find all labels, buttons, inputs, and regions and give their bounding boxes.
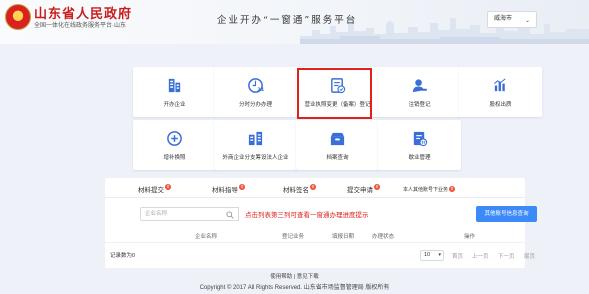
- page-size-select[interactable]: 10 ▾: [420, 250, 444, 261]
- th-actions: 操作: [464, 234, 476, 240]
- tile-label: 开办企业: [163, 102, 186, 108]
- footer-copyright: Copyright © 2017 All Rights Reserved. 山东…: [199, 285, 390, 291]
- tile-label: 档案查询: [326, 155, 349, 161]
- tile-deregistration[interactable]: 注销登记: [378, 67, 461, 117]
- tab-badge: 0: [374, 184, 380, 190]
- tab-label: 材料签名: [283, 187, 309, 194]
- gov-subtitle: 全国一体化在线政务服务平台·山东: [34, 23, 126, 29]
- tab-badge: 0: [239, 184, 245, 190]
- tab-label: 提交申请: [347, 187, 373, 194]
- tile-timeshare[interactable]: 24 分时分办办理: [214, 67, 297, 117]
- tab-label: 材料提交: [138, 187, 164, 194]
- tab-material-sign[interactable]: 材料签名0: [283, 184, 316, 194]
- progress-hint: 点击列表第三列可查看一窗通办理进度提示: [245, 212, 369, 219]
- tab-other-accounts[interactable]: 本人其他账号下业务 0: [403, 186, 456, 193]
- table-header-divider: [105, 242, 525, 243]
- highlight-box: [297, 68, 372, 119]
- company-name-search-input[interactable]: 企业名称: [140, 207, 228, 221]
- tile-label: 分时分办办理: [238, 102, 272, 108]
- page-next[interactable]: 下一页: [498, 252, 515, 260]
- tile-label: 注销登记: [408, 102, 431, 108]
- th-registration-type: 登记业务: [282, 234, 305, 240]
- tab-material-submit[interactable]: 材料提交0: [138, 184, 171, 194]
- top-header: 山东省人民政府 全国一体化在线政务服务平台·山东 企业开办“一窗通”服务平台 威…: [0, 0, 589, 44]
- tab-badge: 0: [165, 184, 171, 190]
- clock-24-icon: 24: [248, 78, 264, 93]
- tab-material-guide[interactable]: 材料指导0: [212, 184, 245, 194]
- search-button[interactable]: [221, 207, 239, 221]
- tile-open-business[interactable]: 开办企业: [133, 67, 216, 117]
- tile-label: 增补换照: [163, 155, 186, 161]
- chevron-down-icon: ▾: [438, 252, 441, 258]
- tab-label: 本人其他账号下业务: [403, 187, 449, 193]
- tab-label: 材料指导: [212, 187, 238, 194]
- tab-submit-application[interactable]: 提交申请0: [347, 184, 380, 194]
- chevron-down-icon: ⌄: [524, 18, 530, 24]
- plus-circle-icon: [167, 131, 182, 146]
- document-pause-icon: [413, 131, 428, 147]
- tile-label: 外商企业分支筹设法人企业: [222, 155, 289, 161]
- tile-equity-pledge[interactable]: 股权出质: [459, 67, 542, 117]
- user-minus-icon: [412, 79, 428, 93]
- th-status: 办理状态: [372, 234, 395, 240]
- th-fill-date: 填报日期: [332, 234, 355, 240]
- page-first[interactable]: 首页: [452, 252, 463, 260]
- tile-label: 股权出质: [489, 102, 512, 108]
- building-link-icon: [248, 131, 263, 146]
- search-icon: [226, 211, 234, 219]
- city-select-value: 威海市: [494, 16, 513, 22]
- building-icon: [168, 78, 181, 93]
- national-emblem-icon: [5, 4, 31, 30]
- tile-label: 歇业管理: [408, 155, 431, 161]
- other-account-query-button[interactable]: 其他账号信息查询: [476, 206, 537, 222]
- page-prev[interactable]: 上一页: [472, 252, 489, 260]
- bar-chart-icon: [494, 78, 506, 92]
- tile-replace-license[interactable]: 增补换照: [133, 120, 216, 170]
- tile-archive-query[interactable]: 档案查询: [296, 120, 379, 170]
- tile-suspension[interactable]: 歇业管理: [378, 120, 461, 170]
- tab-badge: 0: [449, 186, 456, 192]
- record-count: 记录数为0: [110, 253, 136, 259]
- tab-divider: [105, 197, 525, 198]
- th-company-name: 企业名称: [195, 234, 218, 240]
- page-last[interactable]: 尾页: [524, 252, 535, 260]
- footer-links[interactable]: 使用帮助 | 意见下载: [0, 272, 589, 280]
- city-select[interactable]: 威海市 ⌄: [487, 11, 537, 28]
- archive-icon: [330, 132, 345, 146]
- tile-foreign-branch[interactable]: 外商企业分支筹设法人企业: [214, 120, 297, 170]
- svg-text:24: 24: [257, 87, 264, 93]
- service-title: 企业开办“一窗通”服务平台: [217, 15, 358, 26]
- tab-badge: 0: [310, 184, 316, 190]
- page-size-value: 10: [424, 252, 431, 258]
